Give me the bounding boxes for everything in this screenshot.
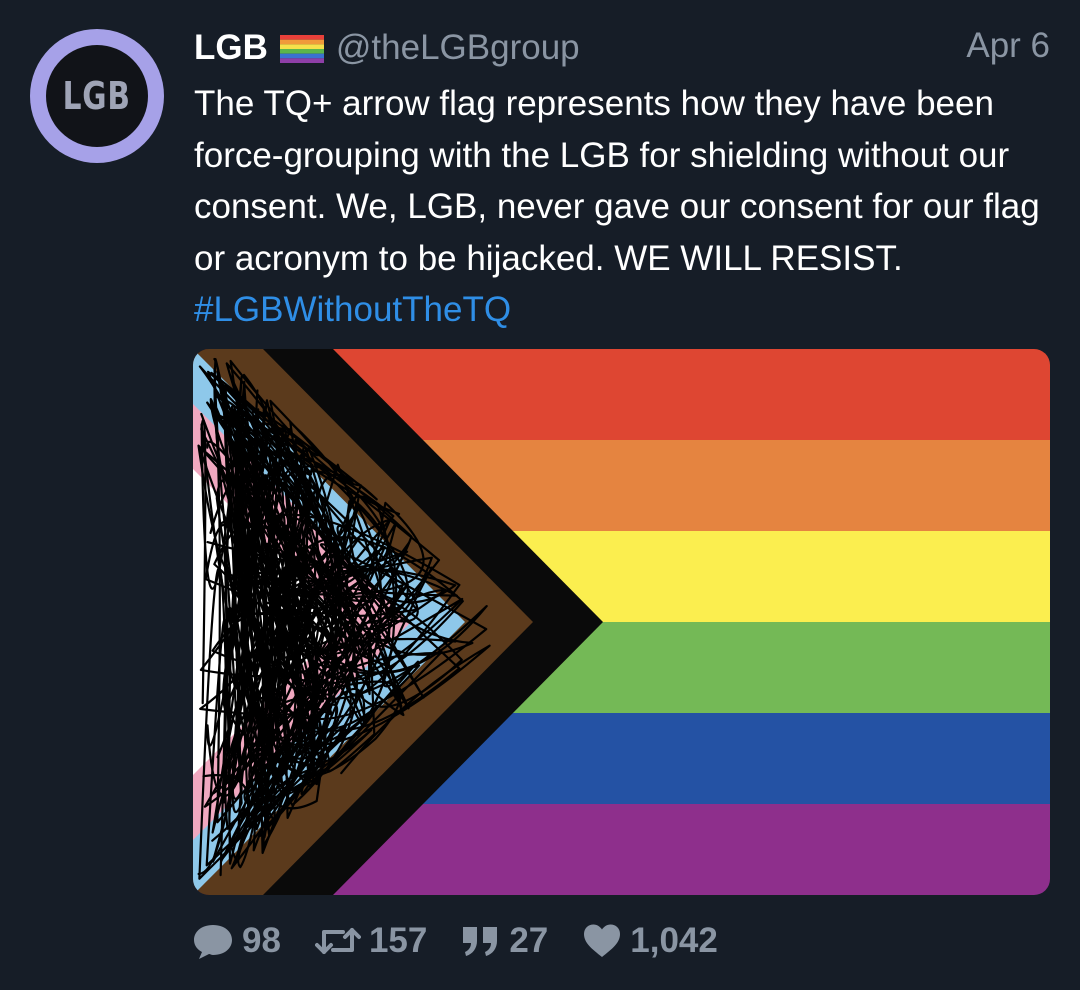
quote-icon [463,927,498,956]
tweet-media-image[interactable] [193,349,1050,895]
quote-button[interactable]: 27 [461,921,548,961]
avatar-inner: LGB [46,45,148,147]
retweet-button[interactable]: 157 [314,921,428,961]
tweet-actions: 98 157 27 1,042 [192,918,752,964]
like-count: 1,042 [630,921,718,960]
hashtag-link[interactable]: #LGBWithoutTheTQ [194,290,511,329]
handle[interactable]: @theLGBgroup [336,28,580,68]
reply-bubble-icon [194,925,232,959]
rainbow-flag-icon [279,32,324,63]
avatar[interactable]: LGB [30,29,164,163]
reply-button[interactable]: 98 [192,921,281,961]
tweet-header: LGB @theLGBgroup Apr 6 [194,26,1050,70]
retweet-icon [314,928,361,954]
reply-count: 98 [242,921,281,960]
display-name[interactable]: LGB [194,28,268,68]
tweet-text-main: The TQ+ arrow flag represents how they h… [194,84,1040,278]
heart-icon [584,924,621,957]
like-button[interactable]: 1,042 [582,921,718,961]
retweet-count: 157 [368,921,428,960]
tweet-card[interactable]: LGB LGB @theLGBgroup Apr 6 The TQ+ arrow… [0,0,1080,990]
avatar-text: LGB [62,74,132,118]
tweet-text: The TQ+ arrow flag represents how they h… [194,78,1054,336]
progress-pride-flag-image [193,349,1050,895]
quote-count: 27 [509,921,549,960]
tweet-date[interactable]: Apr 6 [966,26,1050,66]
